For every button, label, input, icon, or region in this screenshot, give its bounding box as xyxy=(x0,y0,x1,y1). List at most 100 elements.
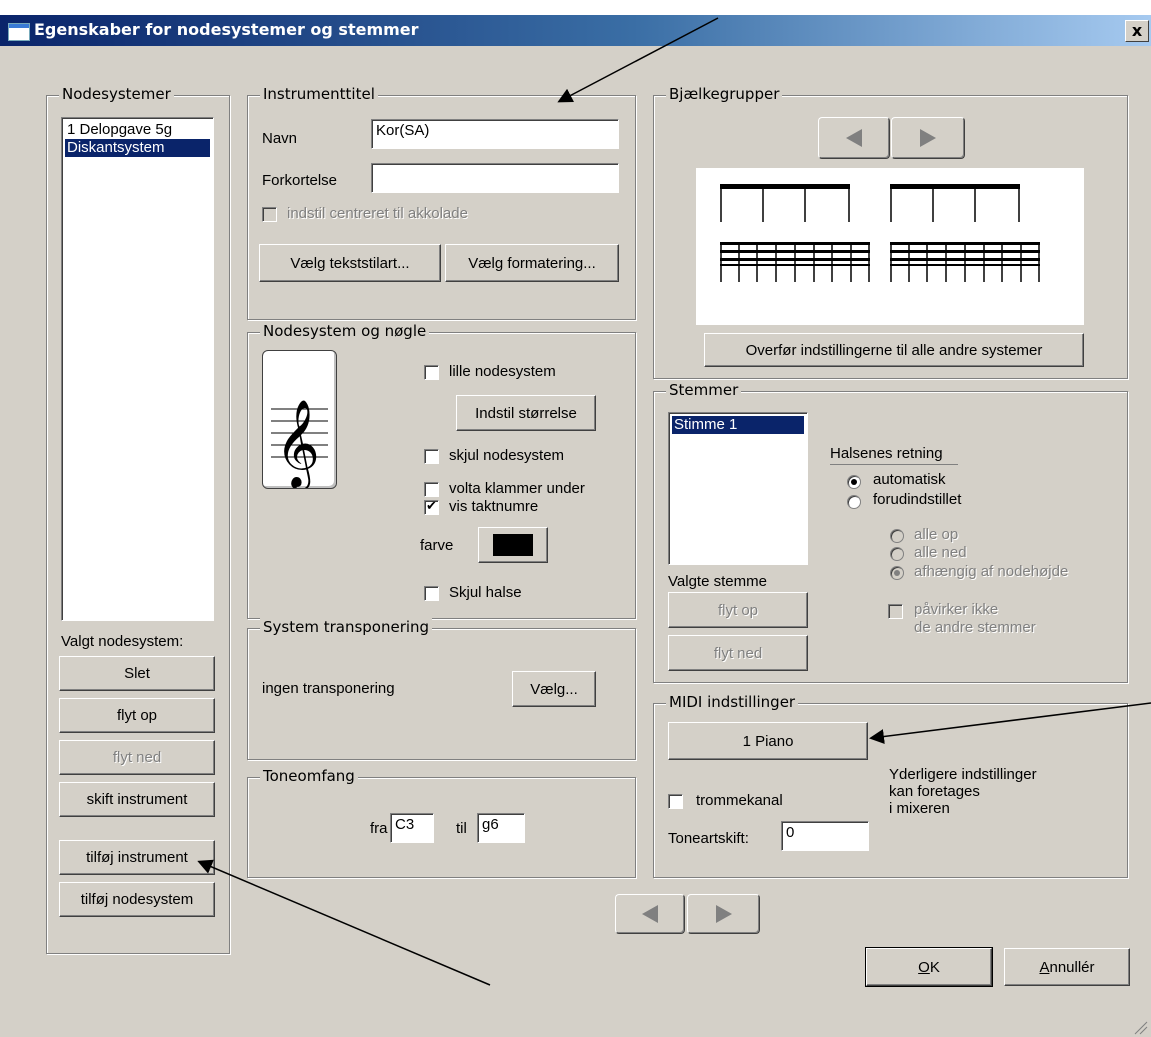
clef-button[interactable]: 𝄞 xyxy=(262,350,337,489)
navn-input[interactable]: Kor(SA) xyxy=(371,119,619,149)
indstil-stoerrelse-button[interactable]: Indstil størrelse xyxy=(456,395,596,431)
stemmer-list[interactable]: Stimme 1 xyxy=(668,412,808,565)
stemme-flyt-ned-button[interactable]: flyt ned xyxy=(668,635,808,671)
skift-instrument-button[interactable]: skift instrument xyxy=(59,782,215,817)
window-title: Egenskaber for nodesystemer og stemmer xyxy=(34,20,419,39)
flyt-ned-button[interactable]: flyt ned xyxy=(59,740,215,775)
vaelg-formatering-button[interactable]: Vælg formatering... xyxy=(445,244,619,282)
footer-prev-button[interactable] xyxy=(615,894,685,934)
valgt-nodesystem-label: Valgt nodesystem: xyxy=(61,633,184,650)
automatisk-label: automatisk xyxy=(873,471,946,488)
radio-automatisk[interactable] xyxy=(847,475,861,489)
flyt-op-button[interactable]: flyt op xyxy=(59,698,215,733)
annuller-mnemonic: A xyxy=(1039,958,1050,976)
treble-clef-icon: 𝄞 xyxy=(271,398,328,488)
trommekanal-checkbox[interactable] xyxy=(668,794,683,809)
midi-legend: MIDI indstillinger xyxy=(666,693,799,711)
list-item[interactable]: 1 Delopgave 5g xyxy=(65,121,210,139)
instrumenttitel-legend: Instrumenttitel xyxy=(260,85,378,103)
ok-label-rest: K xyxy=(929,958,940,976)
title-bar[interactable]: Egenskaber for nodesystemer og stemmer x xyxy=(0,15,1151,46)
toneartskift-input[interactable]: 0 xyxy=(781,821,869,851)
centreret-label: indstil centreret til akkolade xyxy=(287,205,468,222)
paavirker-label-line1: påvirker ikke xyxy=(914,601,999,618)
nodesystemer-list[interactable]: 1 Delopgave 5g Diskantsystem xyxy=(61,117,214,621)
vis-taktnumre-checkbox[interactable]: ✔ xyxy=(424,500,439,515)
skjul-nodesystem-checkbox[interactable] xyxy=(424,449,439,464)
trommekanal-label: trommekanal xyxy=(696,792,783,809)
til-input[interactable]: g6 xyxy=(477,813,525,843)
forkortelse-input[interactable] xyxy=(371,163,619,193)
tilfoej-instrument-button[interactable]: tilføj instrument xyxy=(59,840,215,875)
vaelg-tekststilart-button[interactable]: Vælg tekststilart... xyxy=(259,244,441,282)
list-item[interactable]: Stimme 1 xyxy=(672,416,804,434)
skjul-halse-checkbox[interactable] xyxy=(424,586,439,601)
overfoer-button[interactable]: Overfør indstillingerne til alle andre s… xyxy=(704,333,1084,367)
radio-dot xyxy=(851,479,857,485)
slet-button[interactable]: Slet xyxy=(59,656,215,691)
skjul-halse-label: Skjul halse xyxy=(449,584,522,601)
navn-label: Navn xyxy=(262,130,298,147)
footer-next-button[interactable] xyxy=(687,894,760,934)
clef-glyph: 𝄞 xyxy=(275,398,320,488)
tilfoej-nodesystem-button[interactable]: tilføj nodesystem xyxy=(59,882,215,917)
arrow-right-icon xyxy=(920,129,936,147)
nodesystemer-legend: Nodesystemer xyxy=(59,85,174,103)
radio-alle-ned[interactable] xyxy=(890,547,904,561)
beam-preview xyxy=(696,168,1084,325)
radio-afhaengig[interactable] xyxy=(890,566,904,580)
midi-instrument-button[interactable]: 1 Piano xyxy=(668,722,868,760)
vaelg-transponering-button[interactable]: Vælg... xyxy=(512,671,596,707)
volta-checkbox[interactable] xyxy=(424,482,439,497)
annuller-label-rest: nnullér xyxy=(1049,958,1095,976)
vis-taktnumre-label: vis taktnumre xyxy=(449,498,539,515)
toneomfang-group: Toneomfang xyxy=(247,767,636,878)
resize-grip-icon[interactable] xyxy=(1131,1018,1149,1036)
stemme-flyt-op-button[interactable]: flyt op xyxy=(668,592,808,628)
lille-nodesystem-checkbox[interactable] xyxy=(424,365,439,380)
ok-mnemonic: O xyxy=(918,958,930,976)
check-icon: ✔ xyxy=(426,499,437,514)
radio-forudindstillet[interactable] xyxy=(847,495,861,509)
transponering-value: ingen transponering xyxy=(262,680,395,697)
bjaelkegrupper-legend: Bjælkegrupper xyxy=(666,85,783,103)
paavirker-label-line2: de andre stemmer xyxy=(914,619,1036,636)
beam-groups-illustration xyxy=(720,184,1040,282)
afhaengig-label: afhængig af nodehøjde xyxy=(914,563,1069,580)
farve-button[interactable] xyxy=(478,527,548,563)
til-label: til xyxy=(456,820,467,837)
forudindstillet-label: forudindstillet xyxy=(873,491,962,508)
close-button[interactable]: x xyxy=(1125,20,1149,42)
lille-nodesystem-label: lille nodesystem xyxy=(449,363,556,380)
midi-note-line2: kan foretages xyxy=(889,783,980,800)
toneomfang-legend: Toneomfang xyxy=(260,767,358,785)
stemmer-legend: Stemmer xyxy=(666,381,742,399)
paavirker-checkbox[interactable] xyxy=(888,604,903,619)
volta-label: volta klammer under xyxy=(449,480,585,497)
forkortelse-label: Forkortelse xyxy=(262,172,338,189)
beam-next-button[interactable] xyxy=(891,117,965,159)
alle-ned-label: alle ned xyxy=(914,544,967,561)
valgte-stemme-label: Valgte stemme xyxy=(668,573,767,590)
alle-op-label: alle op xyxy=(914,526,959,543)
color-swatch xyxy=(493,534,533,556)
transponering-legend: System transponering xyxy=(260,618,433,636)
fra-input[interactable]: C3 xyxy=(390,813,434,843)
arrow-right-icon xyxy=(715,905,732,923)
midi-note-line1: Yderligere indstillinger xyxy=(889,766,1037,783)
midi-note-line3: i mixeren xyxy=(889,800,950,817)
fra-label: fra xyxy=(370,820,388,837)
nodesystem-noegle-legend: Nodesystem og nøgle xyxy=(260,322,430,340)
app-icon xyxy=(8,23,30,41)
arrow-left-icon xyxy=(642,905,658,923)
ok-button[interactable]: OK xyxy=(865,947,993,987)
skjul-nodesystem-label: skjul nodesystem xyxy=(449,447,565,464)
centreret-checkbox[interactable] xyxy=(262,207,277,222)
radio-alle-op[interactable] xyxy=(890,529,904,543)
halse-title: Halsenes retning xyxy=(830,445,958,465)
list-item[interactable]: Diskantsystem xyxy=(65,139,210,157)
annuller-button[interactable]: Annullér xyxy=(1004,948,1130,986)
farve-label: farve xyxy=(420,537,454,554)
beam-prev-button[interactable] xyxy=(818,117,890,159)
arrow-left-icon xyxy=(846,129,862,147)
